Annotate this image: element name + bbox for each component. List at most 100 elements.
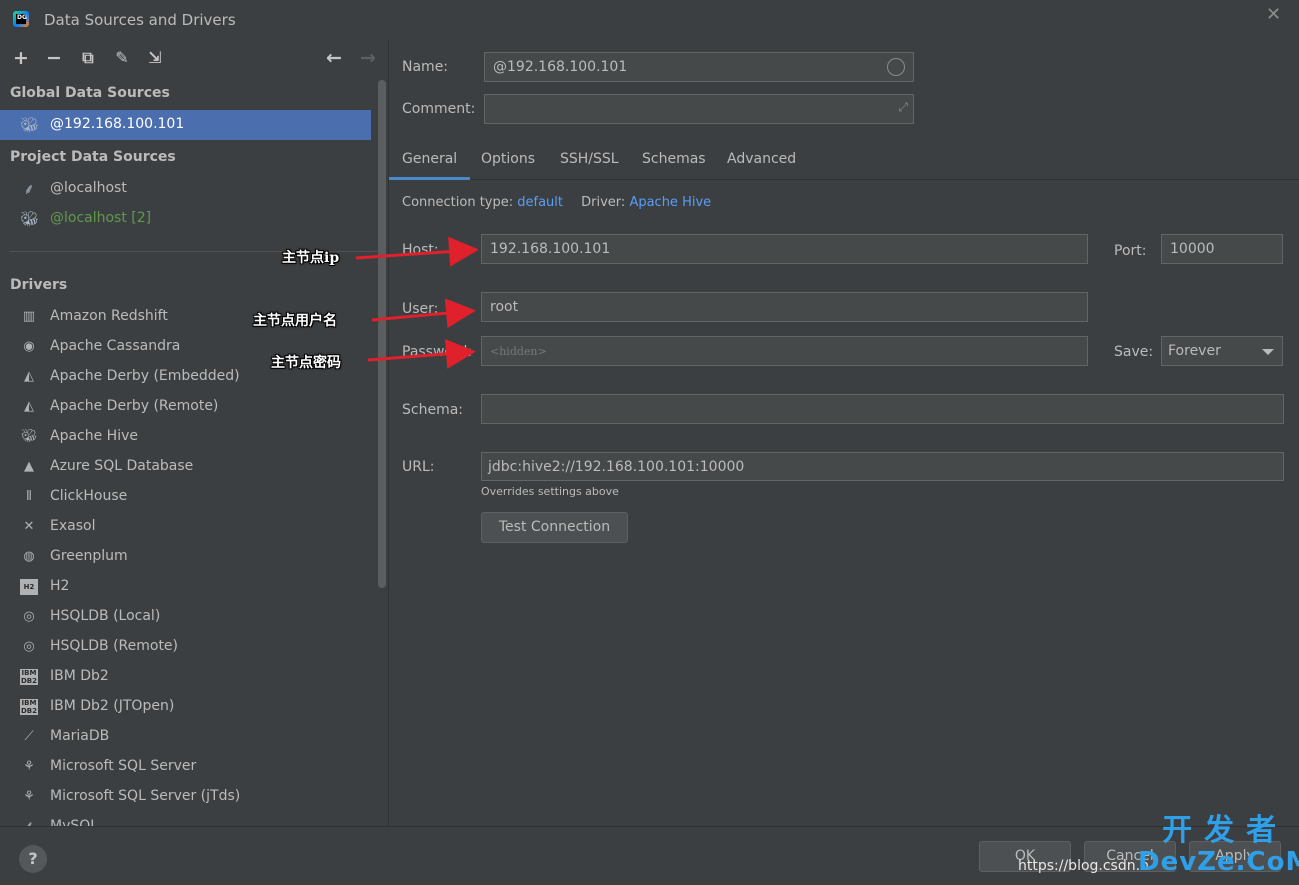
expand-icon[interactable]: ⤢ (898, 100, 908, 115)
driver-item[interactable]: ⸙ MySQL (0, 812, 371, 826)
forward-arrow-icon[interactable]: → (357, 46, 379, 70)
help-icon[interactable]: ? (19, 845, 47, 873)
driver-item[interactable]: IBM DB2 IBM Db2 (0, 662, 371, 692)
global-datasource-item[interactable]: 🐝︎ @192.168.100.101 (0, 110, 371, 140)
sqlserver-icon: ⚘ (23, 759, 35, 774)
driver-item[interactable]: ⟋ MariaDB (0, 722, 371, 752)
import-icon[interactable]: ⇲ (144, 46, 166, 70)
driver-item[interactable]: ⦀ ClickHouse (0, 482, 371, 512)
driver-label: Exasol (50, 518, 96, 534)
settings-tabs: General Options SSH/SSL Schemas Advanced (389, 140, 1299, 180)
azure-icon: ▲ (24, 459, 34, 474)
copy-icon[interactable]: ⧉ (77, 46, 99, 70)
driver-item[interactable]: ⚘ Microsoft SQL Server (0, 752, 371, 782)
driver-label: H2 (50, 578, 70, 594)
driver-label: Greenplum (50, 548, 128, 564)
name-field[interactable]: @192.168.100.101 (484, 52, 914, 82)
color-circle-icon[interactable] (887, 58, 905, 76)
driver-item[interactable]: 🐝︎ Apache Hive (0, 422, 371, 452)
back-arrow-icon[interactable]: ← (323, 46, 345, 70)
datagrip-icon: DG (13, 11, 29, 27)
driver-label: Driver: (581, 195, 626, 210)
driver-item[interactable]: ◎ HSQLDB (Local) (0, 602, 371, 632)
driver-label: ClickHouse (50, 488, 128, 504)
port-field[interactable]: 10000 (1161, 234, 1283, 264)
driver-label: HSQLDB (Remote) (50, 638, 179, 654)
hive-icon: 🐝︎ (20, 116, 40, 134)
sidebar-scrollbar[interactable] (376, 80, 386, 640)
schema-field[interactable] (481, 394, 1284, 424)
driver-label: IBM Db2 (50, 668, 109, 684)
driver-item[interactable]: H2 H2 (0, 572, 371, 602)
close-icon[interactable]: ✕ (1266, 4, 1281, 25)
save-label: Save: (1114, 344, 1154, 360)
scrollbar-thumb[interactable] (378, 80, 386, 588)
port-label: Port: (1114, 243, 1147, 259)
datasource-settings-panel: Name: @192.168.100.101 Comment: ⤢ Genera… (389, 40, 1299, 826)
tab-ssh-ssl[interactable]: SSH/SSL (547, 140, 632, 180)
sidebar-toolbar: + − ⧉ ✎ ⇲ ← → (0, 40, 388, 76)
user-field[interactable]: root (481, 292, 1088, 322)
csdn-watermark: https://blog.csdn.n (1018, 858, 1149, 874)
add-icon[interactable]: + (10, 46, 32, 70)
watermark-bottom: DevZe.CoM (1138, 847, 1299, 877)
driver-label: IBM Db2 (JTOpen) (50, 698, 175, 714)
user-label: User: (402, 301, 439, 317)
name-value: @192.168.100.101 (493, 59, 628, 75)
ibm-db2-icon: IBM DB2 (20, 699, 38, 715)
sqlserver-icon: ⚘ (23, 789, 35, 804)
datasource-label: @localhost [2] (50, 210, 152, 226)
host-field[interactable]: 192.168.100.101 (481, 234, 1088, 264)
driver-item[interactable]: ◭ Apache Derby (Remote) (0, 392, 371, 422)
mariadb-icon: ⟋ (24, 729, 34, 744)
tab-advanced[interactable]: Advanced (714, 140, 809, 180)
hsqldb-icon: ◎ (23, 639, 35, 654)
datasource-label: @192.168.100.101 (50, 116, 185, 132)
remove-icon[interactable]: − (43, 46, 65, 70)
project-data-sources-header: Project Data Sources (10, 149, 176, 165)
driver-label: Microsoft SQL Server (50, 758, 197, 774)
driver-item[interactable]: IBM DB2 IBM Db2 (JTOpen) (0, 692, 371, 722)
hive-icon: 🐝︎ (20, 210, 40, 228)
url-label: URL: (402, 459, 435, 475)
driver-label: Apache Hive (50, 428, 138, 444)
wrench-icon[interactable]: ✎ (111, 46, 133, 70)
cassandra-icon: ◉ (23, 339, 35, 354)
save-value: Forever (1168, 343, 1221, 359)
driver-label: MariaDB (50, 728, 110, 744)
password-annotation: 主节点密码 (271, 355, 341, 371)
tab-schemas[interactable]: Schemas (629, 140, 719, 180)
driver-item[interactable]: ✕ Exasol (0, 512, 371, 542)
driver-item[interactable]: ▲ Azure SQL Database (0, 452, 371, 482)
drivers-header: Drivers (10, 277, 68, 293)
driver-label: Microsoft SQL Server (jTds) (50, 788, 241, 804)
derby-hat-icon: ◭ (24, 369, 34, 384)
datasource-label: @localhost (50, 180, 127, 196)
project-datasource-item[interactable]: 🐝︎ @localhost [2] (0, 204, 371, 234)
driver-item[interactable]: ◎ HSQLDB (Remote) (0, 632, 371, 662)
comment-field[interactable]: ⤢ (484, 94, 914, 124)
driver-link[interactable]: Apache Hive (629, 195, 711, 210)
window-title: Data Sources and Drivers (44, 11, 236, 29)
project-datasource-item[interactable]: ⸙ @localhost (0, 174, 371, 204)
host-annotation: 主节点ip (282, 250, 340, 266)
url-field[interactable]: jdbc:hive2://192.168.100.101:10000 (481, 452, 1284, 481)
title-bar: DG Data Sources and Drivers ✕ (0, 0, 1299, 40)
driver-label: Azure SQL Database (50, 458, 194, 474)
tab-general[interactable]: General (389, 140, 471, 180)
driver-item[interactable]: ◍ Greenplum (0, 542, 371, 572)
connection-type-link[interactable]: default (517, 195, 563, 210)
save-select[interactable]: Forever (1161, 336, 1283, 366)
driver-label: Amazon Redshift (50, 308, 168, 324)
dialog-footer: ? OK Cancel Apply (0, 826, 1299, 885)
password-field[interactable]: <hidden> (481, 336, 1088, 366)
driver-item[interactable]: ⚘ Microsoft SQL Server (jTds) (0, 782, 371, 812)
test-connection-button[interactable]: Test Connection (481, 512, 628, 543)
watermark-top: 开发者 (1162, 813, 1289, 848)
driver-label: Apache Derby (Remote) (50, 398, 219, 414)
tab-options[interactable]: Options (468, 140, 548, 180)
host-label: Host: (402, 242, 439, 258)
connection-type-label: Connection type: (402, 195, 514, 210)
devze-watermark: 开发者 DevZe.CoM (1138, 813, 1299, 877)
hive-icon: 🐝︎ (20, 429, 38, 444)
